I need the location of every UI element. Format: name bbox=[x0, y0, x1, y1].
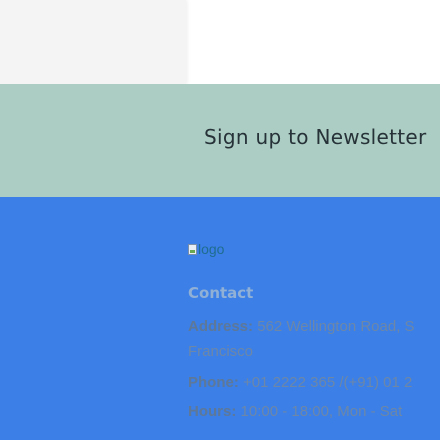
top-left-panel bbox=[0, 0, 186, 84]
address-label: Address: bbox=[188, 318, 254, 335]
hours-label: Hours: bbox=[188, 403, 237, 420]
footer-logo-link[interactable]: logo bbox=[188, 240, 224, 258]
address-value-continued: Francisco bbox=[188, 343, 254, 360]
contact-heading: Contact bbox=[188, 284, 254, 302]
address-value: 562 Wellington Road, S bbox=[257, 318, 415, 335]
hours-value: 10:00 - 18:00, Mon - Sat bbox=[240, 403, 403, 420]
hours-line: Hours: 10:00 - 18:00, Mon - Sat bbox=[188, 399, 402, 424]
logo-alt-text: logo bbox=[198, 241, 225, 257]
page: Sign up to Newsletter logo Contact Addre… bbox=[0, 0, 440, 440]
broken-image-icon bbox=[188, 243, 197, 255]
address-line: Address: 562 Wellington Road, S bbox=[188, 314, 415, 339]
phone-label: Phone: bbox=[188, 374, 239, 391]
newsletter-title: Sign up to Newsletter bbox=[204, 125, 427, 149]
phone-value: +01 2222 365 /(+91) 01 2 bbox=[243, 374, 413, 391]
address-line-continued: Francisco bbox=[188, 339, 253, 364]
phone-line: Phone: +01 2222 365 /(+91) 01 2 bbox=[188, 370, 412, 395]
top-content-area bbox=[0, 0, 440, 84]
